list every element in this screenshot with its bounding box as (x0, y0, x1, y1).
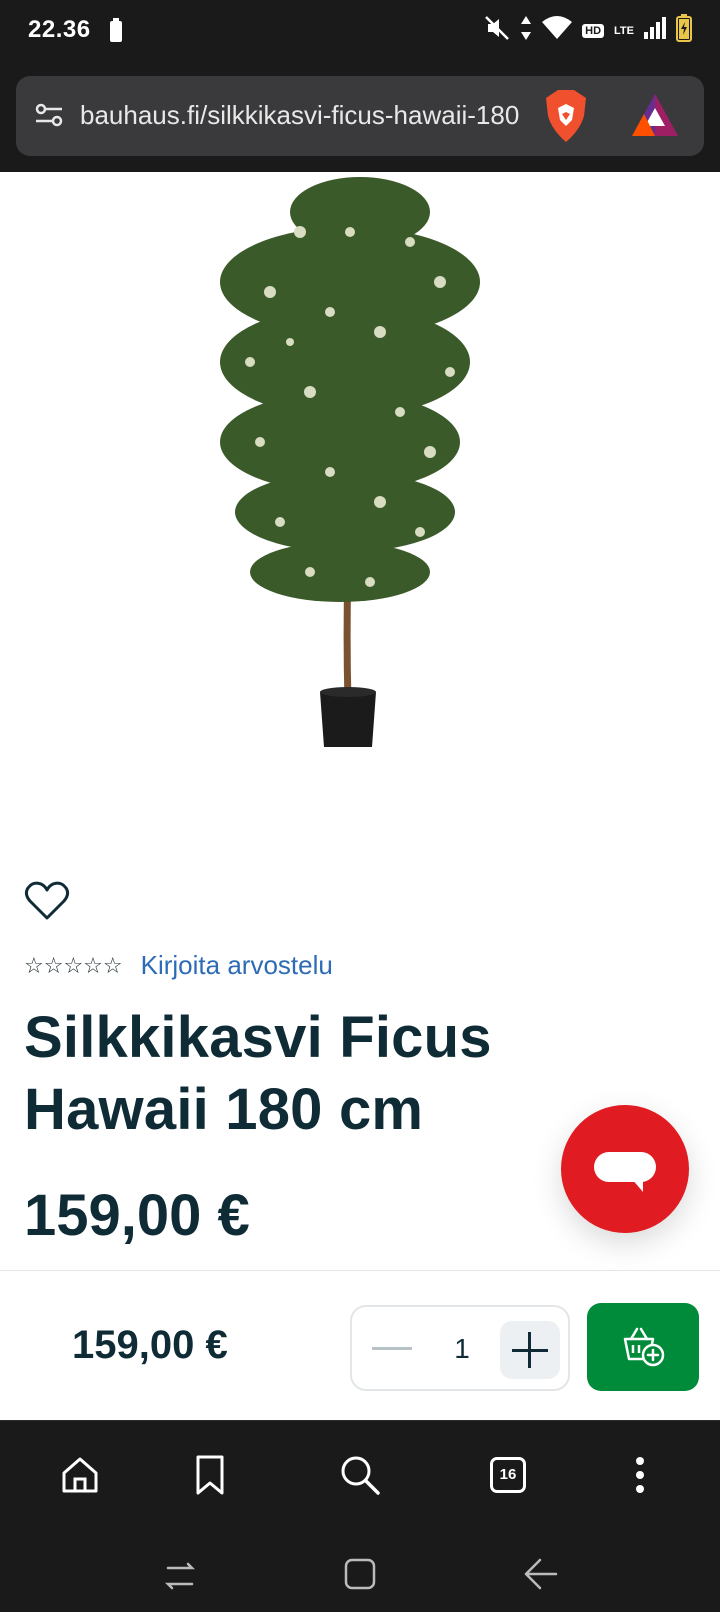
signal-icon (644, 17, 666, 44)
product-price: 159,00 € (24, 1183, 250, 1248)
site-settings-icon[interactable] (34, 100, 64, 135)
home-icon[interactable] (56, 1451, 104, 1499)
bookmark-icon[interactable] (186, 1451, 234, 1499)
search-icon[interactable] (336, 1451, 384, 1499)
product-image[interactable] (180, 172, 540, 772)
bat-rewards-icon[interactable] (632, 94, 678, 141)
cart-add-icon (623, 1327, 665, 1367)
quantity-increase-button[interactable] (500, 1321, 560, 1379)
more-menu-icon[interactable] (616, 1451, 664, 1499)
add-to-cart-button[interactable] (587, 1303, 699, 1391)
address-bar[interactable]: bauhaus.fi/silkkikasvi-ficus-hawaii-180 (16, 76, 704, 156)
write-review-link[interactable]: Kirjoita arvostelu (141, 950, 333, 981)
quantity-value[interactable]: 1 (452, 1333, 472, 1365)
status-time: 22.36 (28, 16, 91, 43)
tab-count: 16 (490, 1457, 526, 1493)
sticky-price: 159,00 € (72, 1323, 228, 1367)
back-icon[interactable] (520, 1556, 560, 1597)
chat-bubble-icon (594, 1152, 656, 1182)
wishlist-heart-icon[interactable] (24, 880, 70, 922)
data-arrows-icon (520, 16, 532, 45)
hd-badge: HD (582, 23, 605, 38)
chat-bubble-tail (631, 1178, 643, 1192)
rating-row: ☆☆☆☆☆ Kirjoita arvostelu (24, 950, 333, 981)
browser-bottom-nav: 16 (0, 1420, 720, 1538)
sticky-cart-bar: 159,00 € 1 (0, 1270, 720, 1420)
url-text[interactable]: bauhaus.fi/silkkikasvi-ficus-hawaii-180 (80, 100, 540, 131)
product-page: ☆☆☆☆☆ Kirjoita arvostelu Silkkikasvi Fic… (0, 172, 720, 1420)
recents-icon[interactable] (160, 1558, 200, 1599)
status-icons: HD LTE (484, 14, 692, 47)
browser-toolbar: bauhaus.fi/silkkikasvi-ficus-hawaii-180 (0, 64, 720, 172)
status-bar: 22.36 HD LTE (0, 0, 720, 64)
brave-shields-icon[interactable] (544, 90, 588, 147)
battery-icon (676, 14, 692, 47)
wifi-icon (542, 16, 573, 45)
product-title: Silkkikasvi Ficus Hawaii 180 cm (24, 1005, 492, 1142)
quantity-stepper: 1 (350, 1305, 570, 1391)
rating-stars: ☆☆☆☆☆ (24, 952, 123, 978)
chat-button[interactable] (561, 1105, 689, 1233)
system-nav-bar (0, 1538, 720, 1612)
mute-icon (484, 15, 510, 46)
battery-saver-icon (110, 18, 122, 47)
quantity-decrease-button[interactable] (372, 1347, 412, 1350)
tabs-icon[interactable]: 16 (484, 1451, 532, 1499)
network-type: LTE (614, 24, 634, 37)
home-system-icon[interactable] (340, 1554, 380, 1599)
